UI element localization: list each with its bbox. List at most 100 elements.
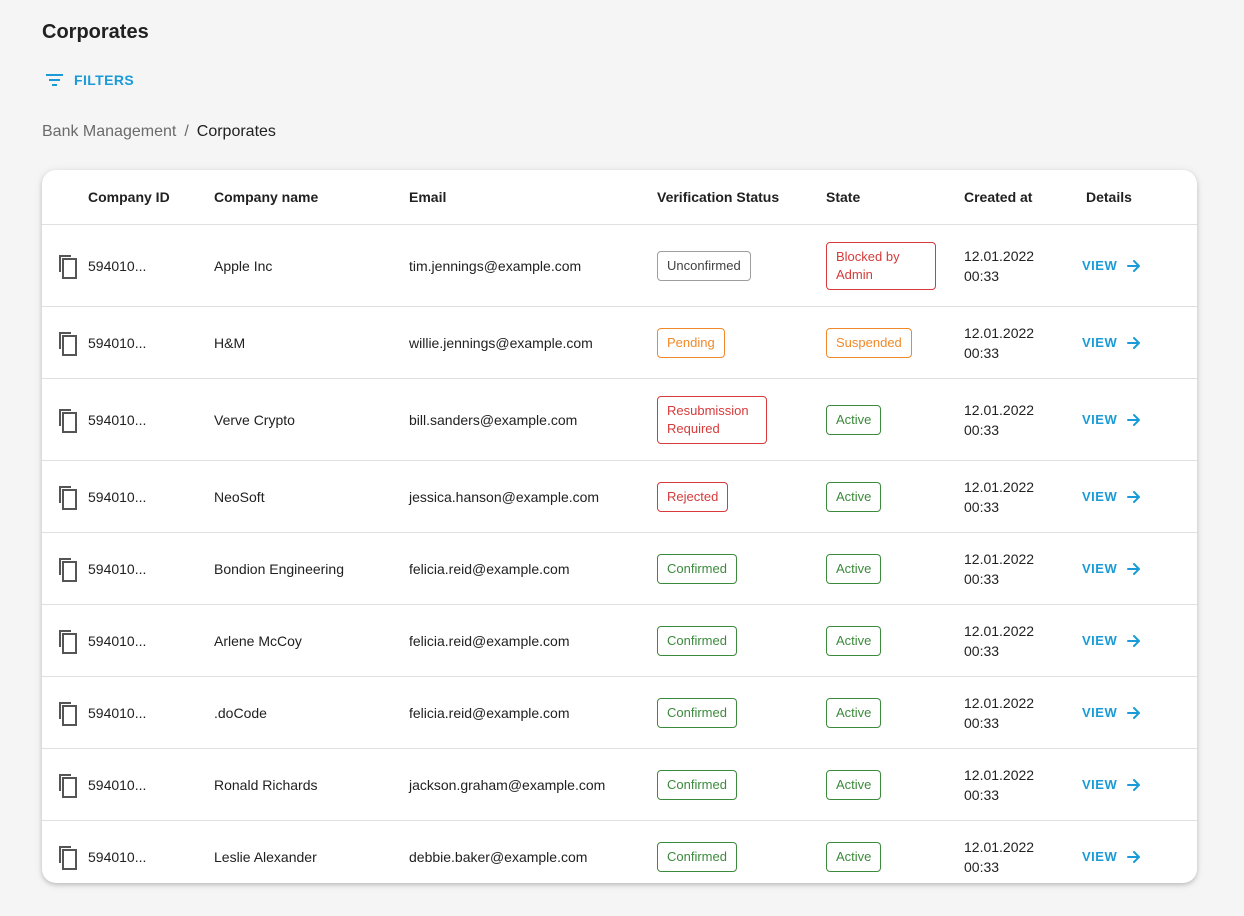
- copy-icon[interactable]: [56, 330, 78, 356]
- table-row: 594010... Bondion Engineering felicia.reid…: [42, 533, 1197, 605]
- created-at: 12.01.2022 00:33: [964, 549, 1054, 589]
- verification-status-badge: Confirmed: [657, 697, 737, 728]
- table-row: 594010... Arlene McCoy felicia.reid@exampl…: [42, 605, 1197, 677]
- copy-icon[interactable]: [56, 407, 78, 433]
- company-email: jackson.graham@example.com: [409, 776, 606, 793]
- verification-status-badge: Unconfirmed: [657, 250, 751, 281]
- state-cell: Active: [826, 404, 882, 435]
- table-row: 594010... Ronald Richards jackson.graham@e…: [42, 749, 1197, 821]
- created-date: 12.01.2022: [964, 401, 1035, 418]
- view-button[interactable]: VIEW: [1082, 333, 1141, 353]
- verification-cell: Confirmed: [657, 625, 737, 656]
- company-name: Verve Crypto: [214, 411, 295, 428]
- company-name: Bondion Engineering: [214, 560, 344, 577]
- view-label: VIEW: [1082, 632, 1118, 648]
- state-badge: Active: [826, 553, 882, 584]
- company-name: Ronald Richards: [214, 776, 318, 793]
- state-cell: Active: [826, 481, 882, 512]
- header-created-at: Created at: [964, 189, 1033, 205]
- arrow-right-icon: [1127, 634, 1141, 648]
- state-cell: Active: [826, 553, 882, 584]
- company-id: 594010...: [88, 776, 147, 793]
- breadcrumb-separator: /: [184, 123, 189, 140]
- company-id: 594010...: [88, 560, 147, 577]
- verification-cell: Confirmed: [657, 553, 737, 584]
- created-date: 12.01.2022: [964, 622, 1035, 639]
- header-verification-status: Verification Status: [657, 189, 780, 205]
- arrow-right-icon: [1127, 490, 1141, 504]
- created-date: 12.01.2022: [964, 550, 1035, 567]
- table-row: 594010... H&M willie.jennings@example.com P…: [42, 307, 1197, 379]
- company-name: H&M: [214, 334, 246, 351]
- arrow-right-icon: [1127, 259, 1141, 273]
- header-email: Email: [409, 189, 447, 205]
- corporates-table: Company ID Company name Email Verificati…: [42, 170, 1197, 883]
- company-id: 594010...: [88, 632, 147, 649]
- copy-icon[interactable]: [56, 556, 78, 582]
- table-header: Company ID Company name Email Verificati…: [42, 170, 1197, 225]
- table-row: 594010... .doCode felicia.reid@example.com…: [42, 677, 1197, 749]
- verification-status-badge: Confirmed: [657, 841, 737, 872]
- view-button[interactable]: VIEW: [1082, 775, 1141, 795]
- copy-icon[interactable]: [56, 700, 78, 726]
- created-time: 00:33: [964, 570, 1000, 587]
- filters-button[interactable]: FILTERS: [46, 72, 134, 88]
- verification-cell: Rejected: [657, 481, 729, 512]
- page-title: Corporates: [42, 21, 149, 43]
- copy-icon[interactable]: [56, 253, 78, 279]
- created-at: 12.01.2022 00:33: [964, 477, 1054, 517]
- verification-status-badge: Confirmed: [657, 625, 737, 656]
- created-at: 12.01.2022 00:33: [964, 246, 1054, 286]
- copy-icon[interactable]: [56, 844, 78, 870]
- header-company-id: Company ID: [88, 189, 170, 205]
- view-button[interactable]: VIEW: [1082, 559, 1141, 579]
- company-name: .doCode: [214, 704, 267, 721]
- verification-cell: Resubmission Required: [657, 395, 767, 444]
- created-time: 00:33: [964, 267, 1000, 284]
- view-button[interactable]: VIEW: [1082, 410, 1141, 430]
- view-button[interactable]: VIEW: [1082, 256, 1141, 276]
- state-badge: Blocked by Admin: [826, 241, 936, 290]
- company-name: Leslie Alexander: [214, 848, 317, 865]
- table-row: 594010... Leslie Alexander debbie.baker@ex…: [42, 821, 1197, 883]
- copy-icon[interactable]: [56, 484, 78, 510]
- breadcrumb-bank-management[interactable]: Bank Management: [42, 123, 176, 141]
- view-button[interactable]: VIEW: [1082, 703, 1141, 723]
- created-at: 12.01.2022 00:33: [964, 621, 1054, 661]
- copy-icon[interactable]: [56, 772, 78, 798]
- copy-icon[interactable]: [56, 628, 78, 654]
- header-state: State: [826, 189, 861, 205]
- view-button[interactable]: VIEW: [1082, 487, 1141, 507]
- table-row: 594010... Verve Crypto bill.sanders@exampl…: [42, 379, 1197, 461]
- view-label: VIEW: [1082, 776, 1118, 792]
- verification-cell: Confirmed: [657, 769, 737, 800]
- verification-cell: Confirmed: [657, 841, 737, 872]
- company-id: 594010...: [88, 257, 147, 274]
- company-name: NeoSoft: [214, 488, 265, 505]
- created-at: 12.01.2022 00:33: [964, 837, 1054, 877]
- state-badge: Active: [826, 404, 882, 435]
- view-label: VIEW: [1082, 334, 1118, 350]
- state-cell: Suspended: [826, 327, 912, 358]
- view-button[interactable]: VIEW: [1082, 631, 1141, 651]
- breadcrumb: Bank Management / Corporates: [42, 123, 276, 141]
- created-date: 12.01.2022: [964, 694, 1035, 711]
- verification-status-badge: Resubmission Required: [657, 395, 767, 444]
- state-cell: Active: [826, 769, 882, 800]
- view-label: VIEW: [1082, 704, 1118, 720]
- state-cell: Active: [826, 841, 882, 872]
- state-badge: Active: [826, 841, 882, 872]
- verification-status-badge: Confirmed: [657, 553, 737, 584]
- created-at: 12.01.2022 00:33: [964, 765, 1054, 805]
- created-date: 12.01.2022: [964, 766, 1035, 783]
- created-at: 12.01.2022 00:33: [964, 323, 1054, 363]
- state-badge: Active: [826, 481, 882, 512]
- company-email: felicia.reid@example.com: [409, 560, 570, 577]
- company-email: debbie.baker@example.com: [409, 848, 588, 865]
- table-row: 594010... Apple Inc tim.jennings@example.c…: [42, 225, 1197, 307]
- arrow-right-icon: [1127, 706, 1141, 720]
- view-label: VIEW: [1082, 560, 1118, 576]
- filters-label: FILTERS: [74, 72, 135, 88]
- arrow-right-icon: [1127, 562, 1141, 576]
- view-button[interactable]: VIEW: [1082, 847, 1141, 867]
